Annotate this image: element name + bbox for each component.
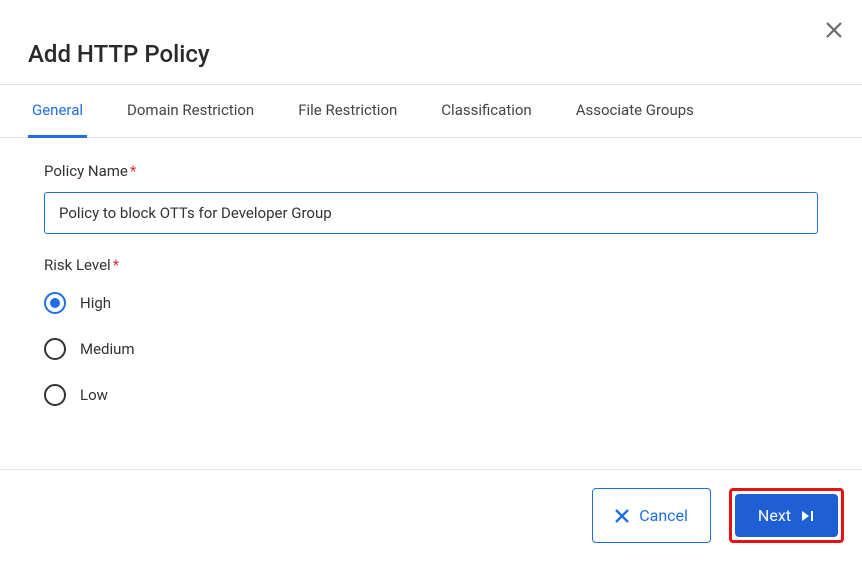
next-button-label: Next	[758, 506, 791, 525]
radio-label-medium: Medium	[80, 340, 135, 358]
radio-dot-icon	[50, 298, 60, 308]
tab-file-restriction[interactable]: File Restriction	[294, 85, 401, 138]
required-asterisk: *	[130, 162, 136, 180]
cancel-button-label: Cancel	[639, 506, 688, 525]
page-title: Add HTTP Policy	[28, 40, 834, 68]
radio-option-medium[interactable]: Medium	[44, 338, 818, 360]
radio-label-low: Low	[80, 386, 108, 404]
tab-bar: General Domain Restriction File Restrict…	[0, 84, 862, 138]
x-icon	[615, 509, 629, 523]
form-content: Policy Name* Risk Level* High Medium Low	[0, 138, 862, 454]
tab-domain-restriction[interactable]: Domain Restriction	[123, 85, 258, 138]
radio-icon	[44, 384, 66, 406]
radio-option-high[interactable]: High	[44, 292, 818, 314]
radio-label-high: High	[80, 294, 111, 312]
dialog-header: Add HTTP Policy	[0, 0, 862, 84]
risk-level-section: Risk Level* High Medium Low	[44, 256, 818, 406]
radio-icon	[44, 292, 66, 314]
policy-name-input[interactable]	[44, 192, 818, 234]
next-button[interactable]: Next	[735, 494, 838, 537]
radio-option-low[interactable]: Low	[44, 384, 818, 406]
next-button-highlight: Next	[729, 488, 844, 543]
tab-associate-groups[interactable]: Associate Groups	[572, 85, 698, 138]
close-icon[interactable]	[824, 20, 844, 44]
policy-name-label-text: Policy Name	[44, 162, 128, 180]
policy-name-label: Policy Name*	[44, 162, 818, 180]
risk-level-radio-group: High Medium Low	[44, 292, 818, 406]
risk-level-label: Risk Level*	[44, 256, 818, 274]
radio-icon	[44, 338, 66, 360]
required-asterisk: *	[113, 256, 119, 274]
tab-general[interactable]: General	[28, 85, 87, 138]
risk-level-label-text: Risk Level	[44, 256, 111, 274]
tab-classification[interactable]: Classification	[437, 85, 535, 138]
play-forward-icon	[801, 509, 815, 523]
cancel-button[interactable]: Cancel	[592, 488, 711, 543]
dialog-footer: Cancel Next	[0, 469, 862, 561]
